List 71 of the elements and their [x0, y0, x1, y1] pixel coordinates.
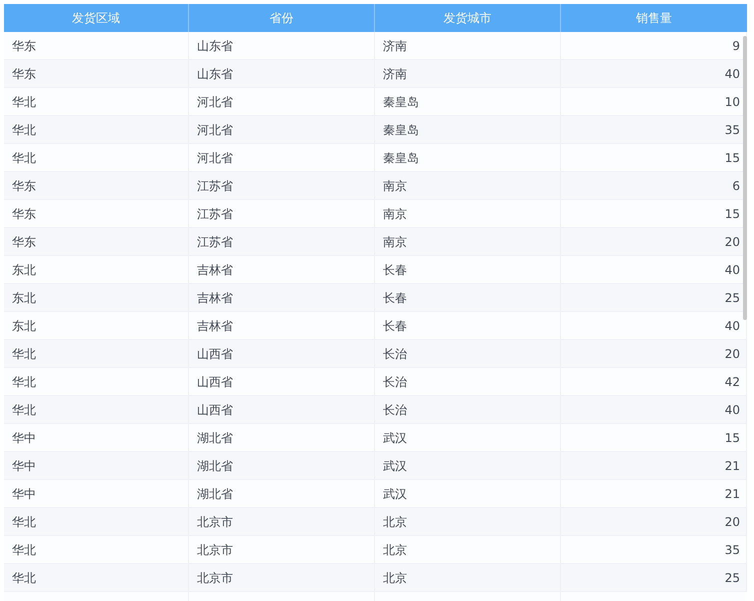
table-cell: 15 — [561, 424, 747, 451]
table-cell: 华北 — [4, 340, 189, 367]
table-cell: 武汉 — [375, 424, 561, 451]
table-cell: 华北 — [4, 144, 189, 171]
table-cell: 湖北省 — [189, 480, 375, 507]
table-cell: 秦皇岛 — [375, 144, 561, 171]
table-cell: 长春 — [375, 284, 561, 311]
table-cell: 长春 — [375, 256, 561, 283]
table-cell: 华东 — [4, 228, 189, 255]
table-cell: 江苏省 — [189, 228, 375, 255]
table-cell: 吉林省 — [189, 256, 375, 283]
table-cell: 21 — [561, 452, 747, 479]
table-cell: 北京 — [375, 508, 561, 535]
table-cell: 华北 — [4, 564, 189, 591]
table-cell: 江苏省 — [189, 172, 375, 199]
table-cell: 华北 — [4, 536, 189, 563]
table-cell: 华北 — [4, 396, 189, 423]
table-cell: 秦皇岛 — [375, 88, 561, 115]
table-cell: 湖北省 — [189, 452, 375, 479]
table-cell: 山西省 — [189, 340, 375, 367]
table-cell: 华中 — [4, 424, 189, 451]
table-cell: 25 — [561, 564, 747, 591]
table-cell: 长治 — [375, 396, 561, 423]
table-cell: 南京 — [375, 228, 561, 255]
table-cell: 北京市 — [189, 508, 375, 535]
table-cell: 山东省 — [189, 32, 375, 59]
table-cell: 长治 — [375, 340, 561, 367]
table-cell: 华东 — [4, 32, 189, 59]
table-cell: 河北省 — [189, 88, 375, 115]
scrollbar[interactable] — [743, 36, 747, 320]
table-cell: 华中 — [4, 480, 189, 507]
table-cell: 东北 — [4, 284, 189, 311]
table-cell: 吉林省 — [189, 312, 375, 339]
table-cell: 东北 — [4, 312, 189, 339]
table-cell: 南京 — [375, 200, 561, 227]
table-cell: 吉林省 — [189, 284, 375, 311]
table-cell: 济南 — [375, 32, 561, 59]
table-cell: 东北 — [4, 256, 189, 283]
table-cell: 山东省 — [189, 60, 375, 87]
table-cell: 20 — [561, 508, 747, 535]
table-cell: 20 — [561, 340, 747, 367]
table-cell: 湖北省 — [189, 424, 375, 451]
table-cell: 35 — [561, 536, 747, 563]
table-cell: 长春 — [375, 312, 561, 339]
table-cell: 武汉 — [375, 452, 561, 479]
table-cell: 21 — [561, 480, 747, 507]
table-cell: 北京市 — [189, 564, 375, 591]
table-cell: 华北 — [4, 508, 189, 535]
table-cell: 华北 — [4, 116, 189, 143]
table-cell: 山西省 — [189, 368, 375, 395]
table-cell: 武汉 — [375, 480, 561, 507]
table-cell: 长治 — [375, 368, 561, 395]
table-cell: 北京 — [375, 564, 561, 591]
table-cell: 华北 — [4, 368, 189, 395]
table-cell: 山西省 — [189, 396, 375, 423]
table-cell: 42 — [561, 368, 747, 395]
table-cell: 华中 — [4, 452, 189, 479]
table-cell: 济南 — [375, 60, 561, 87]
table-cell: 华东 — [4, 172, 189, 199]
table-cell: 河北省 — [189, 144, 375, 171]
table-cell: 华东 — [4, 60, 189, 87]
table-cell: 江苏省 — [189, 200, 375, 227]
table-cell: 华东 — [4, 200, 189, 227]
column-header: 销售量 — [635, 10, 673, 27]
table-cell: 华北 — [4, 88, 189, 115]
table-cell: 河北省 — [189, 116, 375, 143]
table-cell: 南京 — [375, 172, 561, 199]
table-cell: 秦皇岛 — [375, 116, 561, 143]
table-cell: 北京 — [375, 536, 561, 563]
table-cell: 40 — [561, 396, 747, 423]
table-cell: 北京市 — [189, 536, 375, 563]
